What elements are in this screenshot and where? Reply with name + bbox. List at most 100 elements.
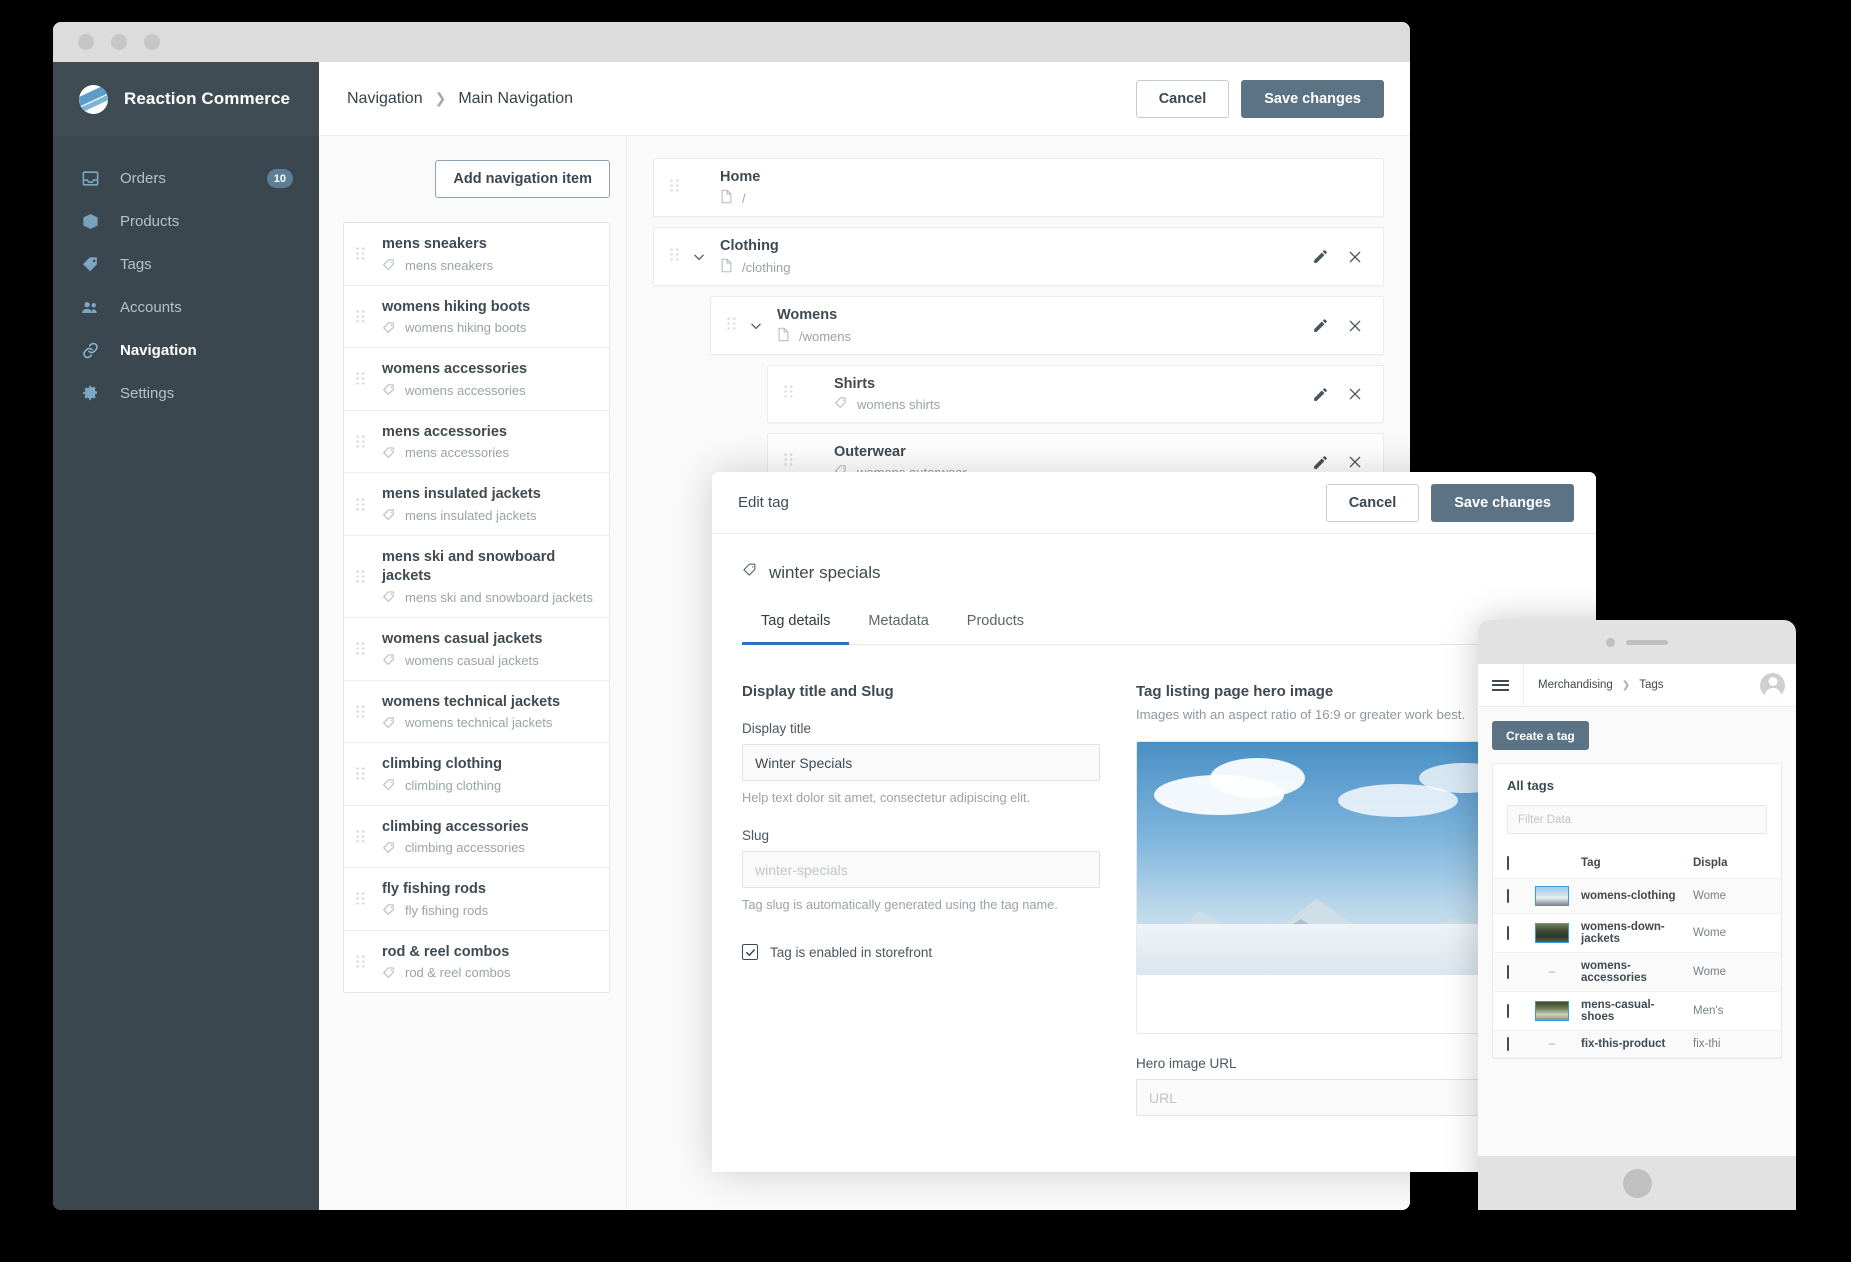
snow-mountain-thumb	[1535, 886, 1569, 906]
sidebar-item-products[interactable]: Products	[53, 200, 319, 243]
window-close-dot[interactable]	[78, 34, 94, 50]
close-icon[interactable]	[1347, 386, 1363, 403]
list-item[interactable]: womens hiking bootswomens hiking boots	[344, 286, 609, 349]
list-item[interactable]: mens sneakersmens sneakers	[344, 223, 609, 286]
display-title-slug-section: Display title and Slug Display title Hel…	[742, 683, 1100, 1116]
list-item-sub: fly fishing rods	[382, 903, 488, 918]
edit-icon[interactable]	[1312, 454, 1329, 471]
row-checkbox[interactable]	[1507, 889, 1509, 903]
window-maximize-dot[interactable]	[144, 34, 160, 50]
sidebar-nav: Orders 10 Products	[53, 136, 319, 415]
list-item-title: womens technical jackets	[382, 694, 560, 710]
drag-handle-icon[interactable]	[356, 247, 368, 260]
tag-enabled-checkbox[interactable]	[742, 944, 758, 960]
tag-enabled-row: Tag is enabled in storefront	[742, 944, 1100, 960]
list-item[interactable]: mens insulated jacketsmens insulated jac…	[344, 473, 609, 536]
sidebar-item-settings[interactable]: Settings	[53, 372, 319, 415]
avatar[interactable]	[1760, 673, 1785, 698]
drag-handle-icon[interactable]	[356, 830, 368, 843]
modal-cancel-button[interactable]: Cancel	[1326, 484, 1420, 522]
tree-row[interactable]: Clothing/clothing	[653, 227, 1384, 286]
list-item[interactable]: womens technical jacketswomens technical…	[344, 681, 609, 744]
drag-handle-icon[interactable]	[670, 179, 682, 197]
add-navigation-item-button[interactable]: Add navigation item	[435, 160, 610, 198]
select-all-checkbox[interactable]	[1507, 856, 1509, 870]
list-item[interactable]: climbing accessoriesclimbing accessories	[344, 806, 609, 869]
save-changes-button[interactable]: Save changes	[1241, 80, 1384, 118]
list-item[interactable]: climbing clothingclimbing clothing	[344, 743, 609, 806]
drag-handle-icon[interactable]	[727, 317, 739, 335]
close-icon[interactable]	[1347, 454, 1363, 471]
row-tag-cell: mens-casual-shoes	[1581, 992, 1693, 1031]
drag-handle-icon[interactable]	[784, 453, 796, 471]
drag-handle-icon[interactable]	[356, 642, 368, 655]
create-a-tag-button[interactable]: Create a tag	[1492, 721, 1589, 750]
list-item-title: womens accessories	[382, 361, 527, 377]
list-item[interactable]: mens accessoriesmens accessories	[344, 411, 609, 474]
table-row[interactable]: –fix-this-productfix-thi	[1493, 1031, 1781, 1058]
page-icon	[720, 189, 733, 207]
close-icon[interactable]	[1347, 248, 1363, 265]
window-minimize-dot[interactable]	[111, 34, 127, 50]
drag-handle-icon[interactable]	[784, 385, 796, 403]
drag-handle-icon[interactable]	[356, 310, 368, 323]
cancel-button[interactable]: Cancel	[1136, 80, 1230, 118]
list-item[interactable]: womens casual jacketswomens casual jacke…	[344, 618, 609, 681]
list-item-title: womens hiking boots	[382, 299, 530, 315]
breadcrumb-item-merchandising[interactable]: Merchandising	[1538, 679, 1613, 691]
breadcrumb-item-navigation[interactable]: Navigation	[347, 90, 423, 108]
sidebar-item-accounts[interactable]: Accounts	[53, 286, 319, 329]
list-item[interactable]: mens ski and snowboard jacketsmens ski a…	[344, 536, 609, 618]
drag-handle-icon[interactable]	[356, 435, 368, 448]
drag-handle-icon[interactable]	[356, 705, 368, 718]
tree-row[interactable]: Womens/womens	[710, 296, 1384, 355]
drag-handle-icon[interactable]	[356, 498, 368, 511]
row-checkbox[interactable]	[1507, 1004, 1509, 1018]
list-item[interactable]: womens accessorieswomens accessories	[344, 348, 609, 411]
hamburger-menu-icon[interactable]	[1478, 664, 1524, 706]
drag-handle-icon[interactable]	[670, 248, 682, 266]
list-item[interactable]: fly fishing rodsfly fishing rods	[344, 868, 609, 931]
drag-handle-icon[interactable]	[356, 892, 368, 905]
sidebar-item-navigation[interactable]: Navigation	[53, 329, 319, 372]
list-item-title: mens accessories	[382, 424, 507, 440]
row-checkbox[interactable]	[1507, 965, 1509, 979]
tab-products[interactable]: Products	[948, 613, 1043, 644]
brand[interactable]: Reaction Commerce	[53, 62, 319, 136]
sidebar-item-tags[interactable]: Tags	[53, 243, 319, 286]
edit-icon[interactable]	[1312, 386, 1329, 403]
row-checkbox[interactable]	[1507, 926, 1509, 940]
close-icon[interactable]	[1347, 317, 1363, 334]
tree-row-title: Clothing	[720, 238, 779, 254]
drag-handle-icon[interactable]	[356, 955, 368, 968]
row-checkbox[interactable]	[1507, 1037, 1509, 1051]
table-row[interactable]: womens-down-jacketsWome	[1493, 914, 1781, 953]
list-item-title: climbing accessories	[382, 819, 529, 835]
filter-data-input[interactable]: Filter Data	[1507, 805, 1767, 834]
slug-input[interactable]	[742, 851, 1100, 888]
drag-handle-icon[interactable]	[356, 767, 368, 780]
breadcrumb-item-tags: Tags	[1639, 679, 1663, 691]
select-all-cell	[1493, 848, 1535, 879]
home-button[interactable]	[1623, 1169, 1652, 1198]
display-title-input[interactable]	[742, 744, 1100, 781]
tab-tag-details[interactable]: Tag details	[742, 613, 849, 644]
edit-icon[interactable]	[1312, 317, 1329, 334]
chevron-down-icon[interactable]	[692, 250, 712, 264]
tree-row[interactable]: Home/	[653, 158, 1384, 217]
drag-handle-icon[interactable]	[356, 570, 368, 583]
column-thumbnail	[1535, 848, 1581, 879]
tab-metadata[interactable]: Metadata	[849, 613, 947, 644]
sidebar-item-orders[interactable]: Orders 10	[53, 157, 319, 200]
sidebar-item-label: Accounts	[120, 299, 182, 316]
table-row[interactable]: womens-clothingWome	[1493, 879, 1781, 914]
navigation-item-list: mens sneakersmens sneakerswomens hiking …	[343, 222, 610, 993]
chevron-down-icon[interactable]	[749, 319, 769, 333]
table-row[interactable]: –womens-accessoriesWome	[1493, 953, 1781, 992]
table-row[interactable]: mens-casual-shoesMen's	[1493, 992, 1781, 1031]
list-item[interactable]: rod & reel combosrod & reel combos	[344, 931, 609, 993]
edit-icon[interactable]	[1312, 248, 1329, 265]
drag-handle-icon[interactable]	[356, 372, 368, 385]
tree-row[interactable]: Shirtswomens shirts	[767, 365, 1384, 423]
modal-save-changes-button[interactable]: Save changes	[1431, 484, 1574, 522]
